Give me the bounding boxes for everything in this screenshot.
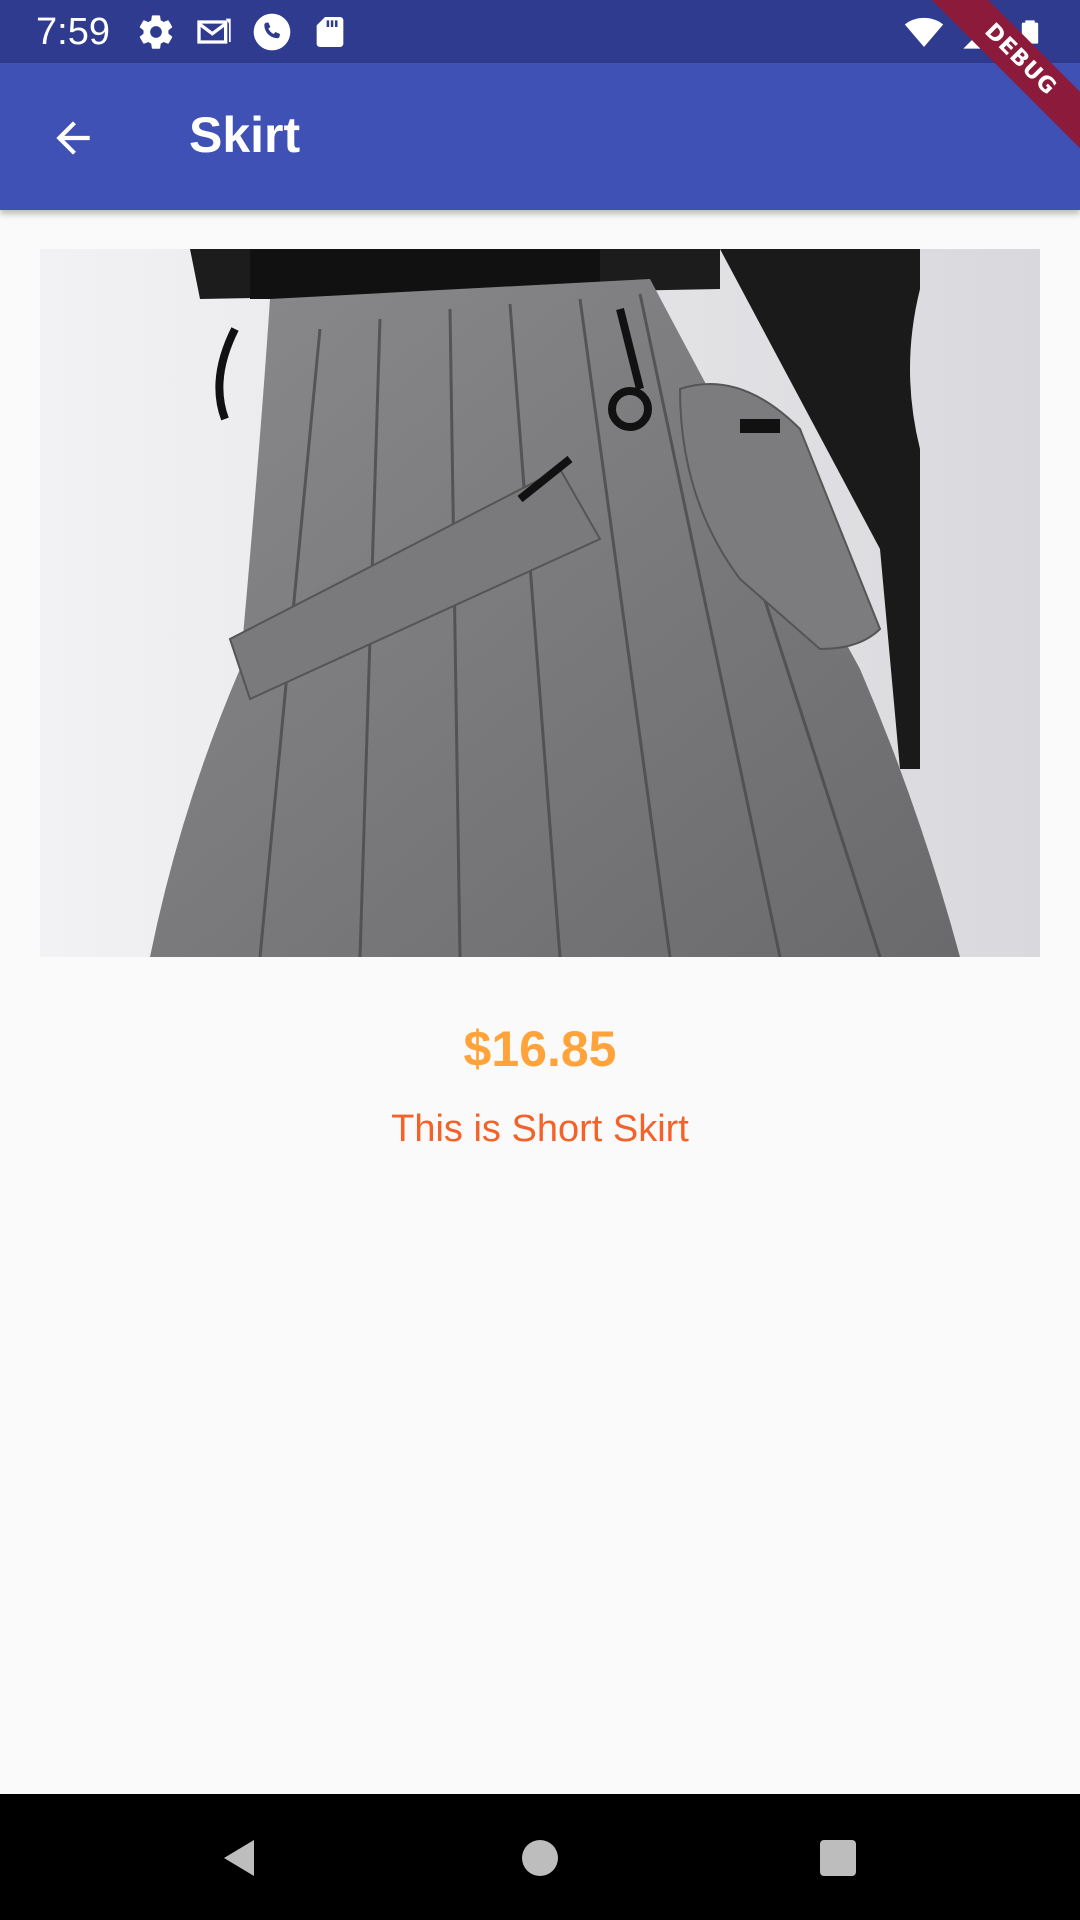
app-bar: Skirt	[0, 63, 1080, 210]
sd-card-icon	[316, 17, 344, 47]
page-title: Skirt	[189, 107, 301, 163]
nav-back-button[interactable]	[212, 1830, 268, 1886]
back-triangle-icon	[224, 1840, 254, 1876]
status-time: 7:59	[36, 11, 110, 53]
product-description: This is Short Skirt	[391, 1108, 689, 1150]
product-detail-screen: 7:59 DEBUG Skirt $16.85 This is Short Sk…	[0, 0, 1080, 1920]
product-image	[40, 249, 1040, 957]
home-circle-icon	[522, 1840, 558, 1876]
back-button[interactable]	[28, 98, 118, 178]
gmail-icon	[197, 18, 231, 44]
nav-home-button[interactable]	[512, 1830, 568, 1886]
settings-icon	[139, 15, 173, 49]
nav-recents-button[interactable]	[810, 1830, 866, 1886]
product-price: $16.85	[463, 1021, 617, 1077]
phone-icon	[253, 13, 291, 51]
arrow-back-icon	[56, 121, 90, 155]
status-icons-left	[136, 12, 350, 52]
system-nav-bar	[0, 1794, 1080, 1920]
wifi-icon	[904, 17, 944, 47]
recents-square-icon	[820, 1840, 856, 1876]
status-bar: 7:59	[0, 0, 1080, 63]
skirt-photo	[40, 249, 1040, 957]
